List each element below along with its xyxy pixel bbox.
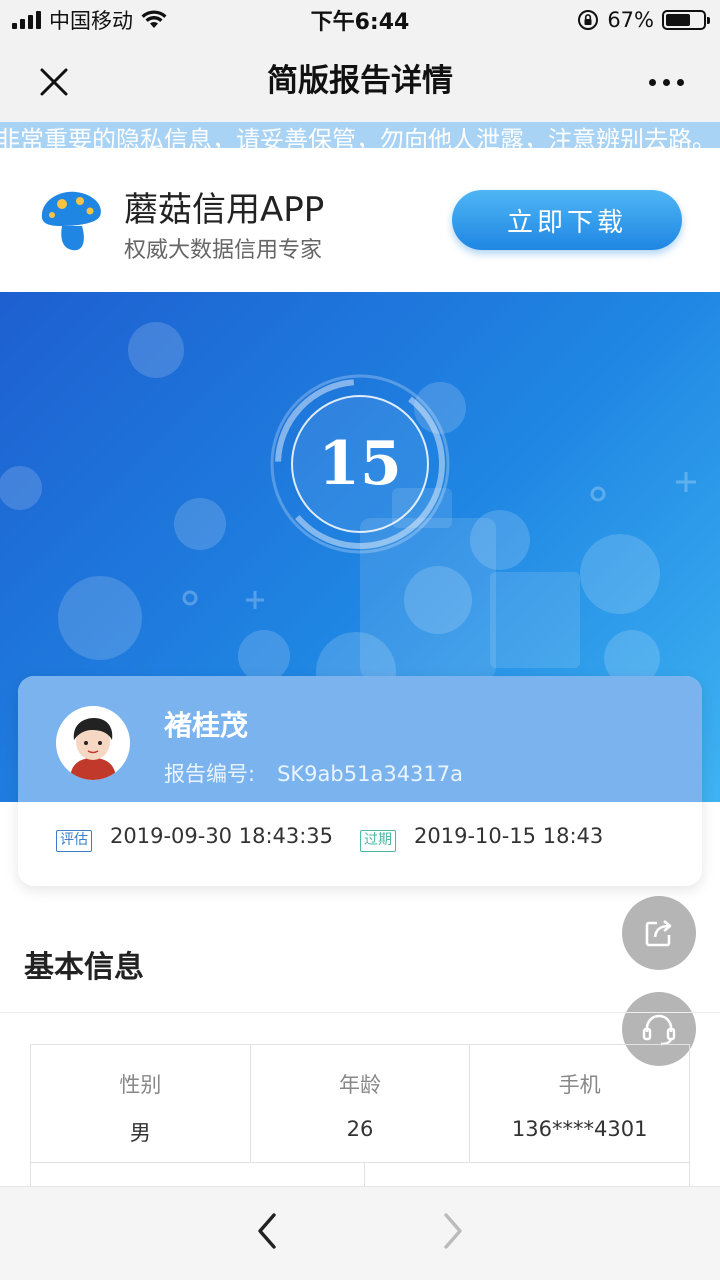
- more-dot-icon: [662, 78, 670, 86]
- more-button[interactable]: [636, 52, 696, 112]
- eval-tag: 评估: [56, 830, 92, 852]
- app-name: 蘑菇信用APP: [124, 190, 325, 230]
- basic-info-table: 性别 男 年龄 26 手机 136****4301: [30, 1044, 691, 1187]
- close-icon: [40, 68, 68, 96]
- more-dot-icon: [648, 78, 656, 86]
- back-button[interactable]: [236, 1201, 296, 1261]
- chevron-left-icon: [258, 1213, 276, 1249]
- status-bar: 中国移动 下午6:44 67%: [0, 0, 720, 40]
- share-icon: [645, 920, 672, 947]
- download-button[interactable]: 立即下载: [452, 190, 682, 250]
- info-label: 手机: [558, 1073, 601, 1097]
- wifi-icon: [141, 10, 167, 28]
- info-cell-gender: 性别 男: [31, 1045, 251, 1162]
- credit-score-value: 15: [318, 429, 402, 499]
- user-name: 褚桂茂: [164, 709, 249, 742]
- app-banner: 蘑菇信用APP 权威大数据信用专家 立即下载: [0, 148, 720, 292]
- headset-icon: [642, 1014, 676, 1046]
- nav-bar: 简版报告详情: [0, 40, 720, 122]
- carrier-name: 中国移动: [49, 9, 133, 33]
- basic-info-title: 基本信息: [24, 950, 144, 985]
- cell-divider: [364, 1163, 365, 1187]
- section-divider: [0, 1012, 720, 1013]
- app-slogan: 权威大数据信用专家: [124, 238, 323, 263]
- battery-fill: [666, 14, 691, 26]
- avatar: [56, 706, 130, 780]
- info-cell-phone: 手机 136****4301: [470, 1045, 689, 1162]
- user-avatar-icon: [56, 706, 130, 780]
- page-title: 简版报告详情: [267, 63, 453, 99]
- info-cell-age: 年龄 26: [251, 1045, 471, 1162]
- privacy-marquee: 非常重要的隐私信息，请妥善保管，勿向他人泄露，注意辨别去路。: [0, 122, 720, 148]
- chevron-right-icon: [444, 1213, 462, 1249]
- forward-button[interactable]: [424, 1201, 484, 1261]
- info-value: 136****4301: [511, 1117, 648, 1141]
- eval-date: 2019-09-30 18:43:35: [110, 824, 334, 848]
- info-row-partial: [31, 1163, 691, 1187]
- battery-icon: [662, 10, 710, 30]
- report-number-label: 报告编号:: [164, 762, 256, 786]
- info-label: 性别: [119, 1073, 162, 1097]
- report-number: 报告编号: SK9ab51a34317a: [164, 758, 463, 788]
- report-number-value: SK9ab51a34317a: [277, 762, 464, 786]
- browser-bottom-bar: [0, 1186, 720, 1280]
- close-button[interactable]: [24, 52, 84, 112]
- info-label: 年龄: [339, 1073, 381, 1097]
- orientation-lock-icon: [578, 10, 599, 30]
- info-value: 男: [129, 1121, 151, 1145]
- info-value: 26: [346, 1117, 374, 1141]
- marquee-text: 非常重要的隐私信息，请妥善保管，勿向他人泄露，注意辨别去路。: [0, 126, 716, 148]
- user-card-header: 褚桂茂 报告编号: SK9ab51a34317a: [18, 676, 702, 802]
- signal-icon: [12, 11, 41, 29]
- mushroom-logo-icon: [41, 191, 101, 251]
- status-right: 67%: [577, 0, 710, 40]
- date-row: 评估 2019-09-30 18:43:35 过期 2019-10-15 18:…: [18, 802, 702, 886]
- info-row: 性别 男 年龄 26 手机 136****4301: [31, 1045, 689, 1163]
- expire-tag: 过期: [360, 830, 396, 852]
- battery-percent: 67%: [607, 8, 654, 32]
- expire-date: 2019-10-15 18:43: [414, 824, 604, 848]
- more-dot-icon: [676, 78, 684, 86]
- user-card: 褚桂茂 报告编号: SK9ab51a34317a 评估 2019-09-30 18…: [18, 676, 702, 886]
- share-button[interactable]: [622, 896, 696, 970]
- status-left: 中国移动: [12, 0, 167, 40]
